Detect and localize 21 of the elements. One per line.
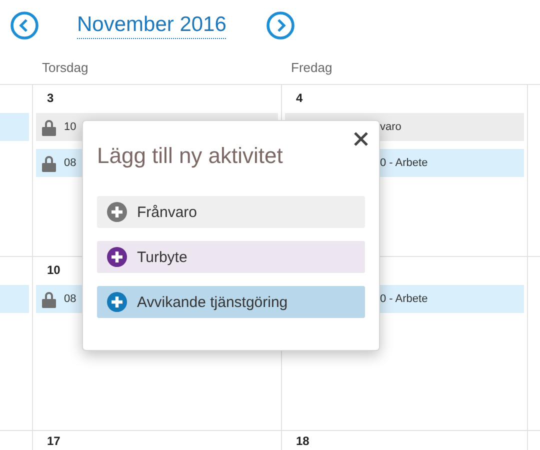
dialog-title: Lägg till ny aktivitet [97, 143, 284, 169]
close-button[interactable] [353, 131, 369, 147]
activity-option[interactable]: Frånvaro [97, 196, 365, 228]
next-month-button[interactable] [266, 10, 296, 40]
lock-icon [42, 290, 56, 308]
lock-icon [42, 154, 56, 172]
weekday-header: Torsdag [41, 60, 90, 74]
lock-icon [42, 118, 56, 136]
plus-icon [107, 247, 127, 267]
activity-option[interactable]: Turbyte [97, 241, 365, 273]
day-number: 4 [295, 91, 304, 105]
weekday-header: Fredag [290, 60, 334, 74]
day-number: 10 [46, 263, 62, 277]
day-number: 17 [46, 434, 62, 448]
plus-icon [107, 292, 127, 312]
month-title[interactable]: November 2016 [77, 12, 226, 38]
previous-month-button[interactable] [10, 10, 39, 40]
day-number: 3 [46, 91, 55, 105]
activity-option[interactable]: Avvikande tjänstgöring [97, 286, 365, 318]
day-number: 18 [295, 434, 310, 448]
plus-icon [107, 202, 127, 222]
